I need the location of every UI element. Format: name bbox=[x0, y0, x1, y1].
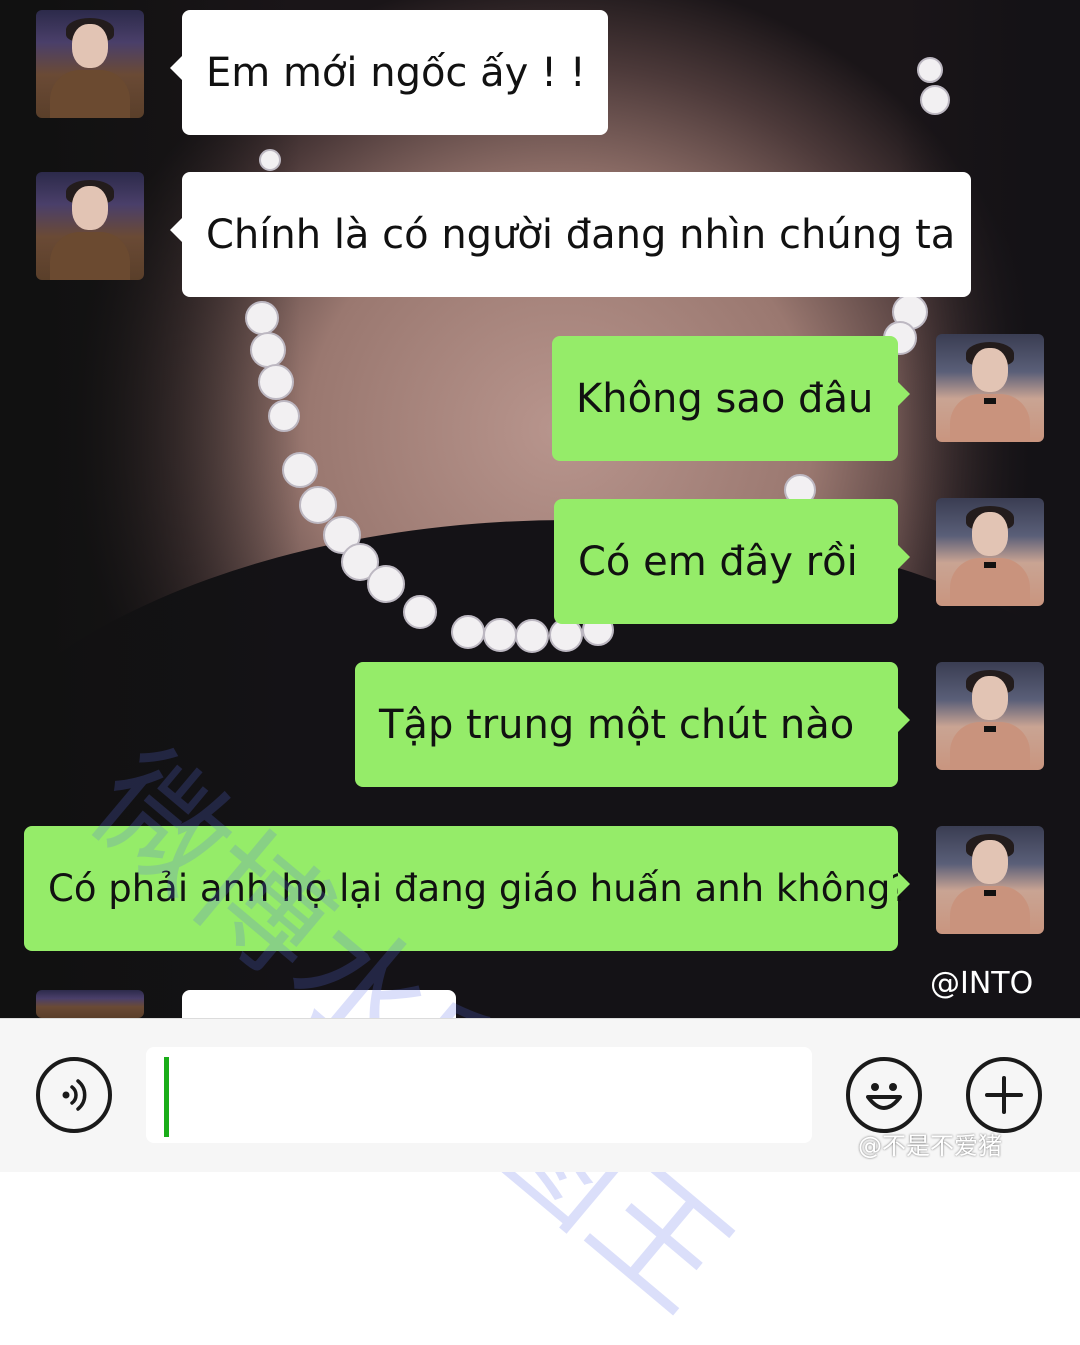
message-bubble-outgoing[interactable]: Tập trung một chút nào bbox=[355, 662, 910, 787]
self-avatar[interactable] bbox=[936, 498, 1044, 606]
contact-avatar[interactable] bbox=[36, 10, 144, 118]
avatar-figure bbox=[50, 70, 130, 118]
emoji-icon bbox=[866, 1083, 902, 1110]
plus-icon bbox=[985, 1076, 1023, 1114]
avatar-face bbox=[72, 24, 108, 68]
voice-icon bbox=[62, 1079, 87, 1111]
avatar-face bbox=[972, 840, 1008, 884]
avatar-face bbox=[72, 186, 108, 230]
voice-button[interactable] bbox=[36, 1057, 112, 1133]
message-text: Không sao đâu bbox=[576, 375, 874, 422]
message-bubble-incoming[interactable] bbox=[182, 990, 456, 1018]
plus-button[interactable] bbox=[966, 1057, 1042, 1133]
avatar-face bbox=[972, 348, 1008, 392]
background-photo-watermark: @INTO bbox=[930, 966, 1034, 1001]
message-text: Có em đây rồi bbox=[578, 538, 858, 585]
self-avatar[interactable] bbox=[936, 662, 1044, 770]
composer-watermark: @不是不爱猪 bbox=[858, 1132, 1002, 1160]
message-text: Tập trung một chút nào bbox=[379, 701, 855, 748]
message-input[interactable] bbox=[146, 1047, 812, 1143]
text-caret bbox=[164, 1057, 169, 1137]
message-bubble-incoming[interactable]: Chính là có người đang nhìn chúng ta bbox=[170, 172, 971, 297]
avatar-face bbox=[972, 512, 1008, 556]
avatar-bowtie bbox=[984, 398, 996, 404]
avatar-figure bbox=[50, 232, 130, 280]
self-avatar[interactable] bbox=[936, 334, 1044, 442]
self-avatar[interactable] bbox=[936, 826, 1044, 934]
message-bubble-outgoing[interactable]: Có phải anh họ lại đang giáo huấn anh kh… bbox=[24, 826, 910, 951]
contact-avatar[interactable] bbox=[36, 172, 144, 280]
contact-avatar[interactable] bbox=[36, 990, 144, 1018]
message-bubble-outgoing[interactable]: Có em đây rồi bbox=[554, 499, 910, 624]
message-text: Có phải anh họ lại đang giáo huấn anh kh… bbox=[48, 867, 910, 910]
message-text: Em mới ngốc ấy ! ! bbox=[206, 49, 586, 96]
message-text: Chính là có người đang nhìn chúng ta bbox=[206, 211, 956, 258]
emoji-button[interactable] bbox=[846, 1057, 922, 1133]
avatar-face bbox=[972, 676, 1008, 720]
message-bubble-incoming[interactable]: Em mới ngốc ấy ! ! bbox=[170, 10, 608, 135]
avatar-bowtie bbox=[984, 726, 996, 732]
avatar-bowtie bbox=[984, 562, 996, 568]
avatar-bowtie bbox=[984, 890, 996, 896]
message-bubble-outgoing[interactable]: Không sao đâu bbox=[552, 336, 910, 461]
